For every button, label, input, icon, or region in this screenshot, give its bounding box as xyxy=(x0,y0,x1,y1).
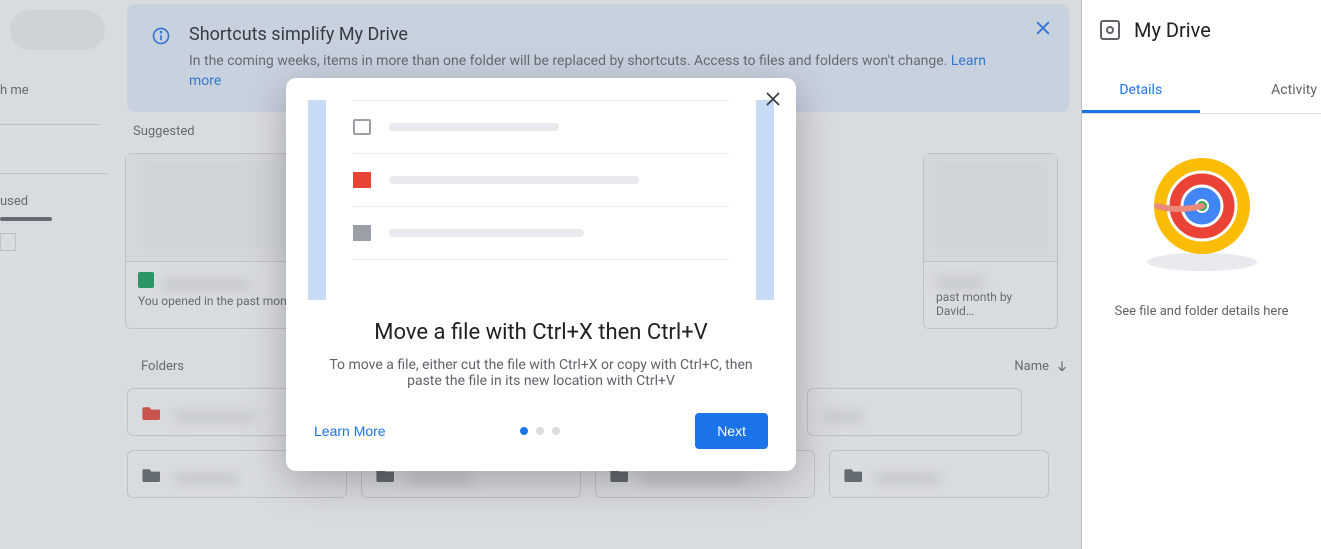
modal-overlay: Move a file with Ctrl+X then Ctrl+V To m… xyxy=(0,0,1082,549)
modal-body: To move a file, either cut the file with… xyxy=(326,357,756,389)
image-icon xyxy=(353,172,371,188)
step-dot[interactable] xyxy=(552,427,560,435)
onboarding-modal: Move a file with Ctrl+X then Ctrl+V To m… xyxy=(286,78,796,471)
step-dots xyxy=(520,427,560,435)
step-dot[interactable] xyxy=(536,427,544,435)
details-caption: See file and folder details here xyxy=(1082,304,1321,319)
folder-icon xyxy=(353,119,371,135)
doc-icon xyxy=(353,225,371,241)
step-dot[interactable] xyxy=(520,427,528,435)
details-illustration xyxy=(1082,154,1321,274)
tab-details[interactable]: Details xyxy=(1082,70,1200,113)
modal-title: Move a file with Ctrl+X then Ctrl+V xyxy=(316,320,766,345)
details-panel-title: My Drive xyxy=(1134,18,1211,42)
close-icon[interactable] xyxy=(764,90,782,108)
learn-more-button[interactable]: Learn More xyxy=(314,423,386,439)
modal-illustration xyxy=(286,78,796,300)
tab-activity[interactable]: Activity xyxy=(1200,70,1321,113)
next-button[interactable]: Next xyxy=(695,413,768,449)
drive-icon xyxy=(1100,20,1120,40)
details-panel: My Drive Details Activity See file and f… xyxy=(1081,0,1321,549)
